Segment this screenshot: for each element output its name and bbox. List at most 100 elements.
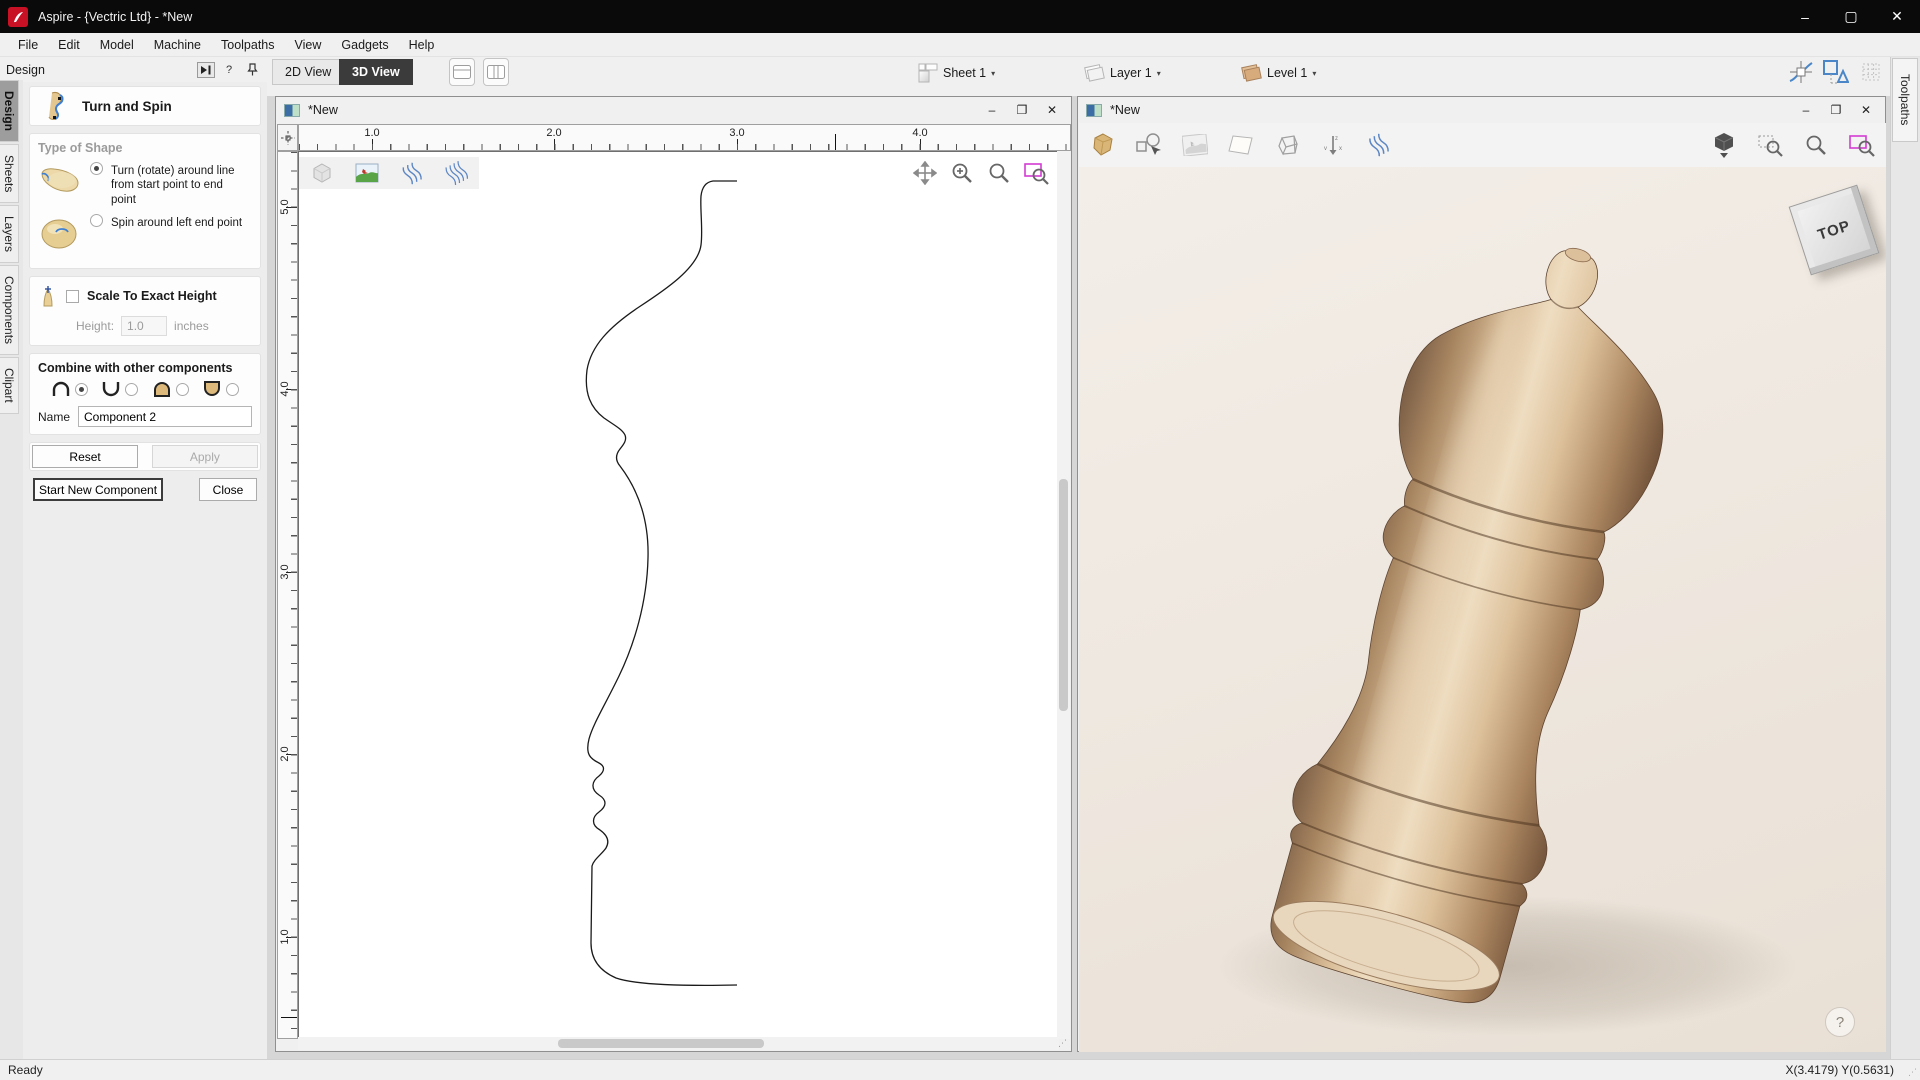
horizontal-ruler: 1.0 2.0 3.0 4.0 (298, 124, 1071, 151)
status-text: Ready (0, 1063, 43, 1077)
menubar: File Edit Model Machine Toolpaths View G… (0, 33, 1920, 57)
apply-button[interactable]: Apply (152, 445, 258, 468)
vertical-scrollbar[interactable] (1057, 151, 1070, 1039)
zoom-icon[interactable] (1800, 129, 1832, 161)
layer-dropdown[interactable]: Layer 1 ▾ (1083, 61, 1161, 85)
ruler-origin-box (277, 124, 298, 151)
menu-help[interactable]: Help (399, 35, 445, 55)
view-direction-cube-icon[interactable] (1708, 129, 1740, 161)
canvas-2d[interactable] (298, 151, 1059, 1039)
scrollbar-thumb[interactable] (1059, 479, 1068, 711)
window-2d-title: *New (308, 103, 338, 117)
bitmap-disabled-icon[interactable] (1179, 129, 1211, 161)
menu-view[interactable]: View (285, 35, 332, 55)
app-close-button[interactable]: ✕ (1874, 0, 1920, 33)
radio-spin-left-end[interactable] (90, 214, 103, 227)
snap-geometry-icon[interactable] (1786, 57, 1816, 87)
radio-turn-around-line[interactable] (90, 162, 103, 175)
sidebar-tab-sheets[interactable]: Sheets (0, 144, 19, 203)
layer-dropdown-label: Layer 1 (1110, 66, 1152, 80)
set-datum-icon[interactable]: zxv (1317, 129, 1349, 161)
layout-single-window-icon[interactable] (449, 58, 475, 86)
radio-combine-subtract[interactable] (125, 383, 138, 396)
help-button[interactable]: ? (1825, 1007, 1855, 1037)
layer-icon (1083, 63, 1105, 83)
tab-3d-view[interactable]: 3D View (339, 59, 413, 85)
window-2d-minimize-button[interactable]: – (981, 101, 1003, 119)
menu-toolpaths[interactable]: Toolpaths (211, 35, 285, 55)
canvas-3d[interactable]: TOP ? (1079, 167, 1886, 1052)
sheet-dropdown[interactable]: Sheet 1 ▾ (918, 61, 995, 85)
h-ruler-label: 3.0 (729, 127, 744, 139)
window-2d-close-button[interactable]: ✕ (1041, 101, 1063, 119)
window-2d-maximize-button[interactable]: ❐ (1011, 101, 1033, 119)
level-caret-icon: ▾ (1312, 69, 1316, 78)
scrollbar-thumb[interactable] (558, 1039, 764, 1048)
design-panel-header: Design ? (0, 57, 267, 83)
window-resize-grip[interactable]: ⋰ (1908, 1067, 1917, 1078)
resize-grip[interactable]: ⋰ (1058, 1038, 1069, 1049)
component-name-input[interactable] (78, 406, 252, 427)
height-units-label: inches (174, 319, 209, 333)
sidebar-tab-components[interactable]: Components (0, 265, 19, 355)
drawing-sheet-icon[interactable] (1225, 129, 1257, 161)
sheet-dropdown-label: Sheet 1 (943, 66, 986, 80)
window-3d-maximize-button[interactable]: ❐ (1825, 101, 1847, 119)
horizontal-scrollbar[interactable] (298, 1037, 1059, 1050)
sidebar-tab-layers[interactable]: Layers (0, 205, 19, 263)
window-2d-titlebar[interactable]: *New – ❐ ✕ (276, 97, 1071, 123)
design-panel-title: Design (6, 63, 192, 77)
menu-machine[interactable]: Machine (144, 35, 211, 55)
window-3d-close-button[interactable]: ✕ (1855, 101, 1877, 119)
layout-split-window-icon[interactable] (483, 58, 509, 86)
combine-card: Combine with other components Name (29, 353, 261, 435)
menu-gadgets[interactable]: Gadgets (331, 35, 398, 55)
zoom-box-icon[interactable] (1846, 129, 1878, 161)
app-title: Aspire - {Vectric Ltd} - *New (38, 10, 192, 24)
panel-help-icon[interactable]: ? (220, 62, 238, 78)
spin-shape-icon (38, 214, 82, 254)
menu-file[interactable]: File (8, 35, 48, 55)
start-new-component-button[interactable]: Start New Component (33, 478, 163, 501)
app-minimize-button[interactable]: – (1782, 0, 1828, 33)
sidebar-tab-clipart[interactable]: Clipart (0, 357, 19, 414)
material-texture-icon[interactable] (1087, 129, 1119, 161)
combine-add-icon (51, 381, 71, 397)
wireframe-cube-icon[interactable] (1271, 129, 1303, 161)
view-cube-label: TOP (1815, 217, 1852, 244)
panel-pin-icon[interactable] (243, 62, 261, 78)
level-dropdown-label: Level 1 (1267, 66, 1307, 80)
app-maximize-button[interactable]: ▢ (1828, 0, 1874, 33)
h-ruler-label: 2.0 (546, 127, 561, 139)
window-3d-titlebar[interactable]: *New – ❐ ✕ (1078, 97, 1885, 123)
grid-snap-icon[interactable] (1856, 57, 1886, 87)
pepper-mill-model[interactable] (1079, 167, 1886, 1052)
reset-button[interactable]: Reset (32, 445, 138, 468)
close-button[interactable]: Close (199, 478, 257, 501)
zoom-selection-icon[interactable] (1754, 129, 1786, 161)
panel-collapse-icon[interactable] (197, 62, 215, 78)
smart-snap-icon[interactable] (1820, 57, 1850, 87)
h-ruler-label: 4.0 (912, 127, 927, 139)
radio-combine-add[interactable] (75, 383, 88, 396)
menu-model[interactable]: Model (90, 35, 144, 55)
window-3d-minimize-button[interactable]: – (1795, 101, 1817, 119)
type-of-shape-card: Type of Shape Turn (rotate) around line … (29, 133, 261, 269)
sidebar-tab-design[interactable]: Design (0, 80, 19, 142)
level-dropdown[interactable]: Level 1 ▾ (1240, 61, 1316, 85)
height-input[interactable] (121, 316, 167, 336)
type-of-shape-heading: Type of Shape (38, 141, 252, 155)
tab-toolpaths[interactable]: Toolpaths (1892, 58, 1918, 142)
profile-curve[interactable] (299, 152, 1060, 1040)
radio-combine-merge-high[interactable] (176, 383, 189, 396)
document-icon (284, 104, 300, 117)
scale-to-exact-height-checkbox[interactable] (66, 290, 79, 303)
menu-edit[interactable]: Edit (48, 35, 90, 55)
tab-2d-view[interactable]: 2D View (272, 59, 344, 85)
option-spin-label: Spin around left end point (111, 214, 245, 230)
radio-combine-merge-low[interactable] (226, 383, 239, 396)
waves-3d-icon[interactable] (1363, 129, 1395, 161)
svg-text:z: z (1335, 136, 1338, 142)
turn-shape-icon (38, 162, 82, 196)
select-objects-icon[interactable] (1133, 129, 1165, 161)
